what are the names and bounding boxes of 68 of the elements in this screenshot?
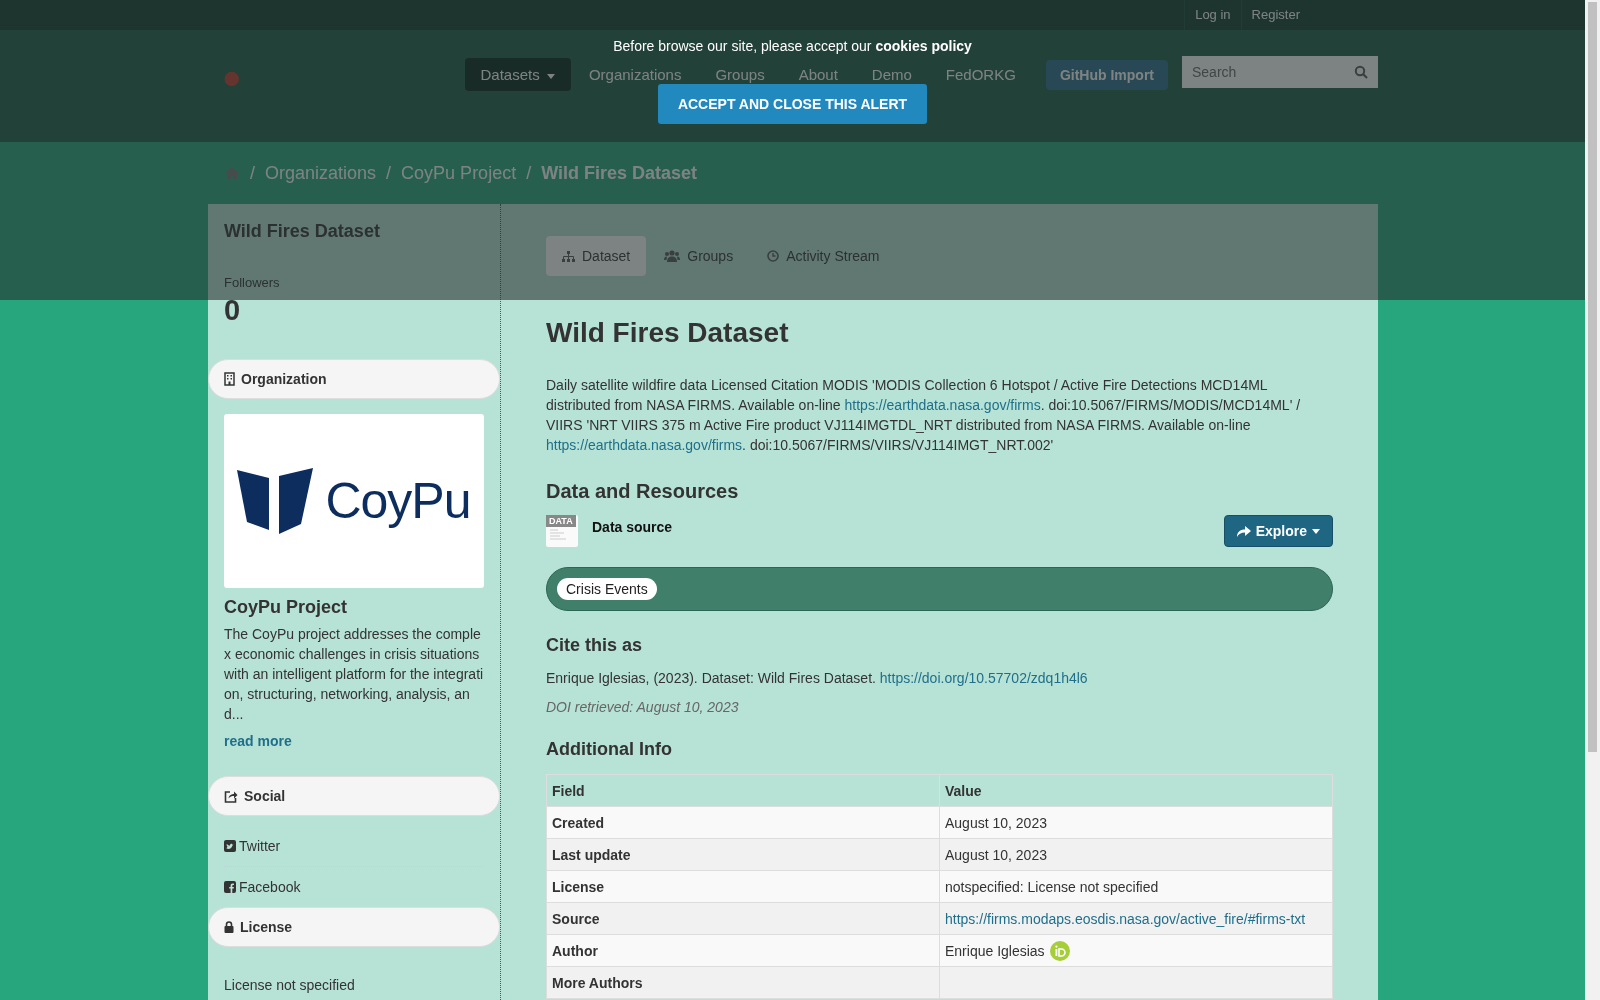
nav-dropdown[interactable]: Datasets xyxy=(464,58,571,91)
building-icon xyxy=(224,372,235,386)
breadcrumb-separator: / xyxy=(250,162,255,184)
read-more-link[interactable]: read more xyxy=(224,733,484,749)
column-header: Field xyxy=(546,774,940,807)
field-cell: Last update xyxy=(546,838,940,871)
field-cell: More Authors xyxy=(546,966,940,999)
field-cell: Created xyxy=(546,806,940,839)
breadcrumb-separator: / xyxy=(386,162,392,184)
tab[interactable]: Groups xyxy=(648,236,750,276)
value-cell: Enrique Iglesias xyxy=(945,942,1045,959)
doi-retrieved-text: DOI retrieved: August 10, 2023 xyxy=(546,699,740,715)
social-link[interactable]: Facebook xyxy=(224,867,484,907)
import-button[interactable]: GitHub Import xyxy=(1045,59,1168,90)
license-text: License not specified xyxy=(223,976,356,993)
twitter-icon xyxy=(224,840,236,852)
breadcrumb-link[interactable]: Wild Fires Dataset xyxy=(541,162,698,184)
nav-link[interactable]: FedORKG xyxy=(929,58,1032,91)
organization-logo[interactable]: CoyPu xyxy=(224,414,484,588)
accept-cookies-button[interactable]: ACCEPT AND CLOSE THIS ALERT xyxy=(657,84,928,124)
field-cell: Source xyxy=(546,902,940,935)
section-heading: License xyxy=(208,907,500,947)
dataset-title: Wild Fires Dataset xyxy=(546,317,790,349)
users-icon xyxy=(664,250,681,262)
lock-icon xyxy=(224,921,234,933)
tab[interactable]: Dataset xyxy=(546,236,647,276)
facebook-icon xyxy=(224,881,236,893)
followers-label: Followers xyxy=(224,275,281,290)
followers-count: 0 xyxy=(224,294,242,326)
value-cell: August 10, 2023 xyxy=(945,846,1047,863)
value-cell: August 10, 2023 xyxy=(945,814,1047,831)
resource-name[interactable]: Data source xyxy=(592,519,1210,535)
breadcrumb-link[interactable]: Organizations xyxy=(265,162,377,184)
field-cell: License xyxy=(546,870,940,903)
scrollbar[interactable] xyxy=(1585,0,1600,1000)
citation-text: Enrique Iglesias, (2023). Dataset: Wild Fires Dataset. https://doi.org/10.57702/zdq1h4l6 xyxy=(546,670,1089,686)
sidebar-title: Wild Fires Dataset xyxy=(224,221,381,242)
tab[interactable]: Activity Stream xyxy=(751,236,896,276)
section-heading: Organization xyxy=(208,359,500,399)
logo-text: CoyPu xyxy=(325,472,471,530)
sitemap-icon xyxy=(562,250,575,262)
breadcrumb-separator: / xyxy=(526,162,532,184)
shield-icon xyxy=(237,468,314,534)
field-cell: Author xyxy=(546,934,940,967)
section-heading: Social xyxy=(208,776,500,816)
share-arrow-icon xyxy=(1236,525,1251,537)
data-file-icon: DATA xyxy=(546,515,578,547)
organization-name: CoyPu Project xyxy=(224,597,349,618)
value-cell: notspecified: License not specified xyxy=(945,878,1159,895)
home-icon[interactable] xyxy=(224,166,240,180)
organization-description: The CoyPu project addresses the comple x economic challenges in crisis situations with an intelligent platform for the integrati on, structuring, networking, analysis, an d... xyxy=(224,625,484,724)
search-field[interactable]: Search xyxy=(1182,56,1378,88)
section-title: Data and Resources xyxy=(546,480,740,503)
description-link[interactable]: https://earthdata.nasa.gov/firms xyxy=(844,397,1041,413)
orcid-icon[interactable] xyxy=(1049,940,1070,961)
dataset-description: Daily satellite wildfire data Licensed Citation MODIS 'MODIS Collection 6 Hotspot / Active Fire Detections MCD14ML distributed from NASA FIRMS. Available on-line https://earthdata.nasa.gov/firms. doi:10.5067/FIRMS/MODIS/MCD14ML' / VIIRS 'NRT VIIRS 375 m Active Fire product VJ114IMGTDL_NRT distributed from NASA FIRMS. Available on-line https://earthdata.nasa.gov/firms. doi:10.5067/FIRMS/VIIRS/VJ114IMGT_NRT.002' xyxy=(546,376,1302,455)
explore-button[interactable]: Explore xyxy=(1223,515,1333,547)
share-icon xyxy=(224,789,238,803)
cookie-message: Before browse our site, please accept our cookies policy xyxy=(613,38,972,54)
section-title: Cite this as xyxy=(546,635,644,656)
section-title: Additional Info xyxy=(546,739,673,760)
tag[interactable]: Crisis Events xyxy=(557,578,657,600)
breadcrumb-link[interactable]: CoyPu Project xyxy=(401,162,517,184)
doi-link[interactable]: https://doi.org/10.57702/zdq1h4l6 xyxy=(879,670,1088,686)
social-link[interactable]: Twitter xyxy=(224,826,484,867)
clock-icon xyxy=(767,250,780,262)
column-header: Value xyxy=(939,774,1333,807)
search-icon[interactable] xyxy=(1354,65,1368,79)
